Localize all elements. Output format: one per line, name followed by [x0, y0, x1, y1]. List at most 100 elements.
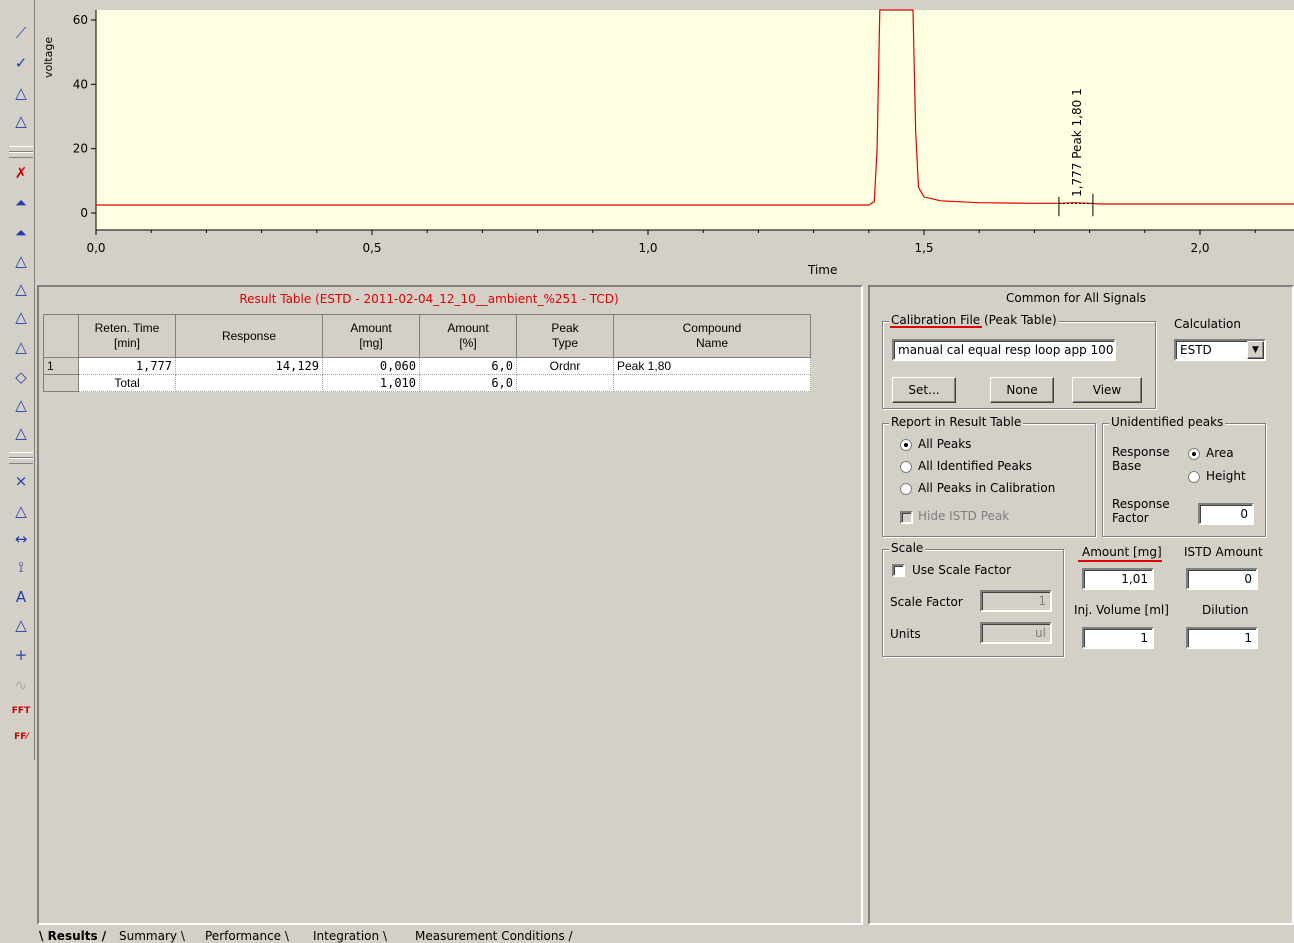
row-number[interactable]: 1: [43, 357, 79, 375]
radio-all-peaks[interactable]: [900, 439, 912, 451]
radio-all-peaks-in-calibration-label[interactable]: All Peaks in Calibration: [918, 481, 1055, 495]
row-number[interactable]: [43, 374, 79, 392]
x-tick-label: 1,0: [638, 241, 657, 255]
bottom-tabs: \ Results / Summary \ Performance \ Inte…: [37, 925, 937, 943]
col-header-compound-name[interactable]: Compound Name: [613, 314, 811, 358]
response-factor-label: Response Factor: [1112, 497, 1170, 525]
amount-field[interactable]: 1,01: [1082, 568, 1154, 590]
calculation-settings-panel: Common for All Signals Calibration File …: [868, 285, 1294, 925]
calculation-select-value: ESTD: [1180, 343, 1212, 357]
amount-label: Amount [mg]: [1082, 545, 1162, 559]
hide-istd-label: Hide ISTD Peak: [918, 509, 1010, 523]
compare-icon[interactable]: ⟟: [10, 556, 32, 578]
drop-line-icon[interactable]: △: [10, 306, 32, 328]
chevron-down-icon[interactable]: ▼: [1247, 341, 1264, 359]
hide-istd-checkbox: [900, 511, 913, 524]
baseline-icon[interactable]: ⏶: [10, 192, 32, 214]
dilution-field[interactable]: 1: [1186, 627, 1258, 649]
report-group-title: Report in Result Table: [889, 415, 1024, 429]
fft-icon[interactable]: FFT: [10, 700, 32, 722]
shoulder-icon[interactable]: △: [10, 394, 32, 416]
stretch-icon[interactable]: ↔: [10, 528, 32, 550]
result-table[interactable]: Reten. Time [min] Response Amount [mg] Amo…: [43, 314, 811, 392]
peak-split-icon[interactable]: △: [10, 82, 32, 104]
cell-peak-type[interactable]: [516, 374, 614, 392]
none-button[interactable]: None: [990, 377, 1054, 403]
zoom-peak-icon[interactable]: ⨯: [10, 470, 32, 492]
cell-amount-mg[interactable]: 0,060: [322, 357, 420, 375]
y-tick-label: 60: [73, 13, 88, 27]
rider-icon[interactable]: △: [10, 422, 32, 444]
cell-total-label[interactable]: Total: [78, 374, 176, 392]
negative-peak-icon[interactable]: ◇: [10, 366, 32, 388]
x-axis-label: Time: [808, 263, 838, 277]
add-peak-icon[interactable]: +: [10, 644, 32, 666]
x-tick-label: 0,5: [362, 241, 381, 255]
peak-start-icon[interactable]: ⟋: [10, 22, 32, 44]
use-scale-factor-label[interactable]: Use Scale Factor: [912, 563, 1011, 577]
scale-factor-field: 1: [980, 590, 1052, 612]
response-factor-field[interactable]: 0: [1198, 503, 1254, 525]
radio-area-label[interactable]: Area: [1206, 446, 1234, 460]
corner-header: [43, 314, 79, 358]
peak-annotation-label: 1,777 Peak 1,80 1: [1070, 88, 1084, 197]
table-row[interactable]: 1 1,777 14,129 0,060 6,0 Ordnr Peak 1,80: [43, 357, 811, 375]
red-underline: [1078, 560, 1162, 562]
radio-area[interactable]: [1188, 448, 1200, 460]
col-header-reten-time[interactable]: Reten. Time [min]: [78, 314, 176, 358]
delete-peak-icon[interactable]: ✗: [10, 162, 32, 184]
unidentified-peaks-group-title: Unidentified peaks: [1109, 415, 1226, 429]
peak-merge-icon[interactable]: △: [10, 110, 32, 132]
cell-reten-time[interactable]: 1,777: [78, 357, 176, 375]
radio-all-identified-peaks-label[interactable]: All Identified Peaks: [918, 459, 1032, 473]
col-header-peak-type[interactable]: Peak Type: [516, 314, 614, 358]
x-tick-label: 2,0: [1190, 241, 1209, 255]
y-axis-label: voltage: [42, 36, 55, 78]
radio-height-label[interactable]: Height: [1206, 469, 1246, 483]
calibration-file-field[interactable]: manual cal equal resp loop app 100: [892, 339, 1116, 361]
cell-amount-mg[interactable]: 1,010: [322, 374, 420, 392]
cell-compound-name[interactable]: [613, 374, 811, 392]
y-tick-label: 0: [80, 206, 88, 220]
view-button[interactable]: View: [1072, 377, 1142, 403]
units-label: Units: [890, 627, 921, 641]
forced-peak-icon[interactable]: △: [10, 278, 32, 300]
fft-filter-icon[interactable]: FF⁄: [10, 726, 32, 748]
skim-icon[interactable]: △: [10, 336, 32, 358]
cell-compound-name[interactable]: Peak 1,80: [613, 357, 811, 375]
mark-peak-icon[interactable]: A: [10, 586, 32, 608]
cell-peak-type[interactable]: Ordnr: [516, 357, 614, 375]
red-underline: [890, 326, 982, 328]
istd-amount-label: ISTD Amount: [1184, 545, 1263, 559]
units-field: ul: [980, 622, 1052, 644]
plot-area[interactable]: [96, 10, 1294, 230]
cell-response[interactable]: 14,129: [175, 357, 323, 375]
chromatogram-chart[interactable]: 0 20 40 60 0,0 0,5 1,0 1,5 2,0 1,777 Peak 1,80 1…: [36, 0, 1294, 280]
x-tick-label: 0,0: [86, 241, 105, 255]
disabled-tool-icon: ∿: [14, 676, 28, 694]
tangent-icon[interactable]: △: [10, 250, 32, 272]
baseline-valley-icon[interactable]: ⏶: [10, 222, 32, 244]
col-header-amount-mg[interactable]: Amount [mg]: [322, 314, 420, 358]
use-scale-factor-checkbox[interactable]: [892, 564, 905, 577]
table-row-total[interactable]: Total 1,010 6,0: [43, 374, 811, 392]
set-button[interactable]: Set...: [892, 377, 956, 403]
radio-all-peaks-in-calibration[interactable]: [900, 483, 912, 495]
col-header-response[interactable]: Response: [175, 314, 323, 358]
identify-icon[interactable]: △: [10, 500, 32, 522]
cell-amount-pct[interactable]: 6,0: [419, 374, 517, 392]
inj-volume-field[interactable]: 1: [1082, 627, 1154, 649]
radio-all-peaks-label[interactable]: All Peaks: [918, 437, 971, 451]
cell-amount-pct[interactable]: 6,0: [419, 357, 517, 375]
col-header-amount-pct[interactable]: Amount [%]: [419, 314, 517, 358]
left-toolbar: ⟋ ✓ △ △ ✗ ⏶ ⏶ △ △ △ △ ◇ △ △ ⨯ △ ↔ ⟟ A △ …: [8, 0, 35, 760]
radio-all-identified-peaks[interactable]: [900, 461, 912, 473]
y-tick-label: 40: [73, 77, 88, 91]
istd-amount-field[interactable]: 0: [1186, 568, 1258, 590]
peak-width-icon[interactable]: △: [10, 614, 32, 636]
cell-response[interactable]: [175, 374, 323, 392]
panel-title: Common for All Signals: [1006, 291, 1146, 305]
peak-end-icon[interactable]: ✓: [10, 52, 32, 74]
radio-height[interactable]: [1188, 471, 1200, 483]
result-table-title: Result Table (ESTD - 2011-02-04_12_10__a…: [239, 292, 619, 306]
